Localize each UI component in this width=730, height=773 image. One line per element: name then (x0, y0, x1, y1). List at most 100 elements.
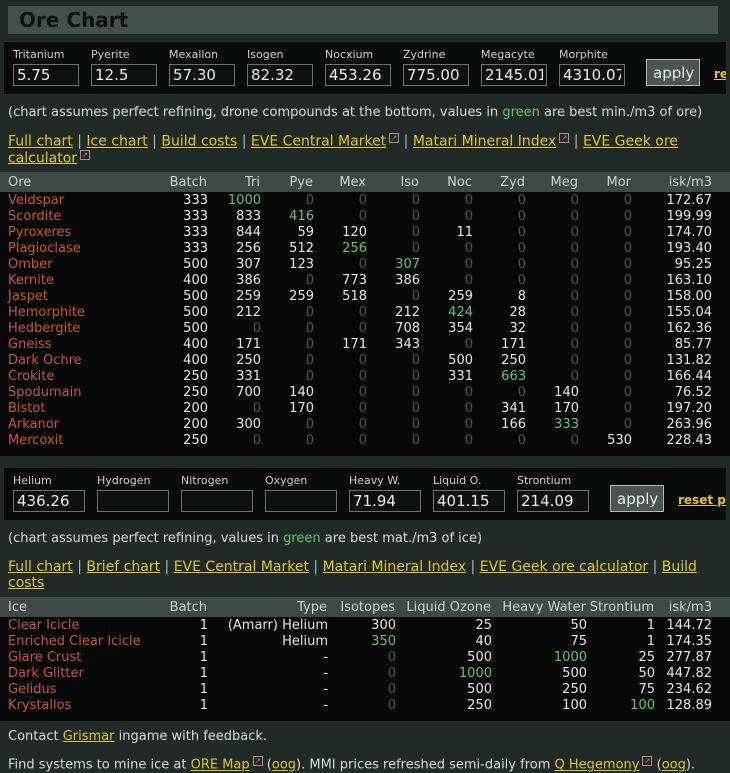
ore-input-row: Tritanium Pyerite Mexallon Isogen Nocxium Zyd… (13, 48, 726, 86)
ore-link-ice-chart[interactable]: Ice chart (86, 134, 147, 150)
material-value: 300 (236, 416, 261, 432)
isk-per-m3-value: 277.87 (666, 649, 713, 665)
isk-per-m3-value: 163.10 (666, 272, 713, 288)
ice-price-input-oxygen[interactable] (265, 490, 337, 513)
ore-price-input-zydrine[interactable] (403, 64, 469, 86)
ore-price-input-pyerite[interactable] (91, 64, 157, 86)
material-value: 0 (517, 192, 526, 208)
ore-link-full-chart[interactable]: Full chart (8, 134, 73, 150)
ore-name: Mercoxit (8, 432, 64, 448)
material-value: 1 (646, 617, 655, 633)
material-value: 0 (358, 320, 367, 336)
ice-link-eve-central-market[interactable]: EVE Central Market (174, 559, 309, 575)
ore-link-eve-central-market[interactable]: EVE Central Market (251, 134, 386, 150)
ice-price-input-heavy-w[interactable] (349, 490, 421, 513)
material-value: 8 (517, 288, 526, 304)
ice-link-full-chart[interactable]: Full chart (8, 559, 73, 575)
ore-price-panel: Tritanium Pyerite Mexallon Isogen Nocxium Zyd… (4, 42, 726, 94)
ore-price-field: Megacyte (481, 48, 559, 86)
ice-price-input-hydrogen[interactable] (97, 490, 169, 513)
material-value: 0 (623, 256, 632, 272)
ore-row-bistot: Bistot 200 0 170 0 0 0 341 170 0 197.20 (0, 400, 730, 416)
ore-column-header-isk-m3: isk/m3 (632, 172, 730, 193)
oog-link-2[interactable]: oog (662, 758, 686, 773)
grismar-link[interactable]: Grismar (63, 729, 115, 744)
ice-price-input-helium[interactable] (13, 490, 85, 513)
material-value: 25 (475, 617, 492, 633)
material-value: 0 (464, 336, 473, 352)
ore-price-field: Zydrine (403, 48, 481, 86)
external-link-icon: ↗ (389, 133, 400, 143)
batch-value: 400 (183, 272, 208, 288)
isk-per-m3-value: 447.82 (666, 665, 713, 681)
isk-per-m3-value: 263.96 (666, 416, 713, 432)
ore-link-matari-mineral-index[interactable]: Matari Mineral Index (413, 134, 557, 150)
batch-value: 333 (183, 192, 208, 208)
material-value: 341 (501, 400, 526, 416)
ore-map-link[interactable]: ORE Map (191, 758, 250, 773)
ice-link-eve-geek-ore-calculator[interactable]: EVE Geek ore calculator (480, 559, 648, 575)
ice-input-row: Helium Hydrogen Nitrogen Oxygen Heavy W. Liqu… (13, 474, 726, 513)
isk-per-m3-value: 76.52 (674, 384, 712, 400)
material-value: 0 (411, 352, 420, 368)
material-value: 0 (517, 384, 526, 400)
material-value: 300 (371, 617, 396, 633)
material-value: 259 (236, 288, 261, 304)
type-value: - (323, 681, 328, 697)
material-value: 500 (448, 352, 473, 368)
ice-link-brief-chart[interactable]: Brief chart (86, 559, 160, 575)
ore-price-input-tritanium[interactable] (13, 64, 79, 86)
ice-link-matari-mineral-index[interactable]: Matari Mineral Index (323, 559, 467, 575)
batch-value: 400 (183, 336, 208, 352)
ore-link-build-costs[interactable]: Build costs (161, 134, 237, 150)
material-value: 0 (358, 208, 367, 224)
ice-price-field: Hydrogen (97, 474, 181, 513)
ice-name: Dark Glitter (8, 665, 84, 681)
ore-apply-button[interactable]: apply (646, 59, 700, 86)
ice-reset-price-link[interactable]: reset price (678, 493, 726, 507)
oog-link-1[interactable]: oog (272, 758, 296, 773)
ore-price-input-morphite[interactable] (559, 64, 625, 86)
footer: Contact Grismar ingame with feedback. Fi… (8, 729, 730, 772)
isk-per-m3-value: 174.70 (666, 224, 713, 240)
ice-price-field: Oxygen (265, 474, 349, 513)
batch-value: 333 (183, 240, 208, 256)
ore-column-header-zyd: Zyd (473, 172, 526, 193)
ore-name: Arkanor (8, 416, 60, 432)
q-hegemony-link[interactable]: Q Hegemony (555, 758, 640, 773)
ore-note-text: (chart assumes perfect refining, drone c… (8, 105, 503, 120)
ice-price-input-liquid-o[interactable] (433, 490, 505, 513)
material-value: 0 (623, 224, 632, 240)
isk-per-m3-value: 193.40 (666, 240, 713, 256)
ore-price-input-isogen[interactable] (247, 64, 313, 86)
ice-row-glare-crust: Glare Crust 1 - 0 500 1000 25 277.87 (0, 649, 730, 665)
ice-apply-button[interactable]: apply (610, 485, 664, 513)
material-value: 0 (570, 304, 579, 320)
ice-price-input-strontium[interactable] (517, 490, 589, 513)
ore-note-text-end: are best min./m3 of ore) (539, 105, 703, 120)
type-value: (Amarr) Helium (227, 617, 328, 633)
material-value: 32 (509, 320, 526, 336)
link-separator: | (72, 559, 87, 576)
ice-table: Ice Batch Type Isotopes Liquid Ozone Heavy Wa… (0, 597, 730, 713)
material-value: 123 (289, 256, 314, 272)
batch-value: 333 (183, 224, 208, 240)
ore-reset-price-link[interactable]: reset price (714, 67, 726, 81)
ice-row-enriched-clear-icicle: Enriched Clear Icicle 1 Helium 350 40 75 1 174.… (0, 633, 730, 649)
material-value: 140 (554, 384, 579, 400)
ice-price-field: Strontium (517, 474, 601, 513)
ore-name: Bistot (8, 400, 46, 416)
ore-price-label-zydrine: Zydrine (403, 48, 446, 61)
footer-text-end: ingame with feedback. (114, 729, 268, 745)
material-value: 0 (358, 432, 367, 448)
material-value: 0 (623, 336, 632, 352)
ore-name: Hemorphite (8, 304, 85, 320)
ore-price-input-megacyte[interactable] (481, 64, 547, 86)
ore-price-input-mexallon[interactable] (169, 64, 235, 86)
material-value: 100 (630, 697, 655, 713)
ore-row-crokite: Crokite 250 331 0 0 0 331 663 0 0 166.44 (0, 368, 730, 384)
ore-price-input-nocxium[interactable] (325, 64, 391, 86)
ice-price-input-nitrogen[interactable] (181, 490, 253, 513)
ore-name: Kernite (8, 272, 54, 288)
ore-note-highlight: green (502, 105, 540, 120)
